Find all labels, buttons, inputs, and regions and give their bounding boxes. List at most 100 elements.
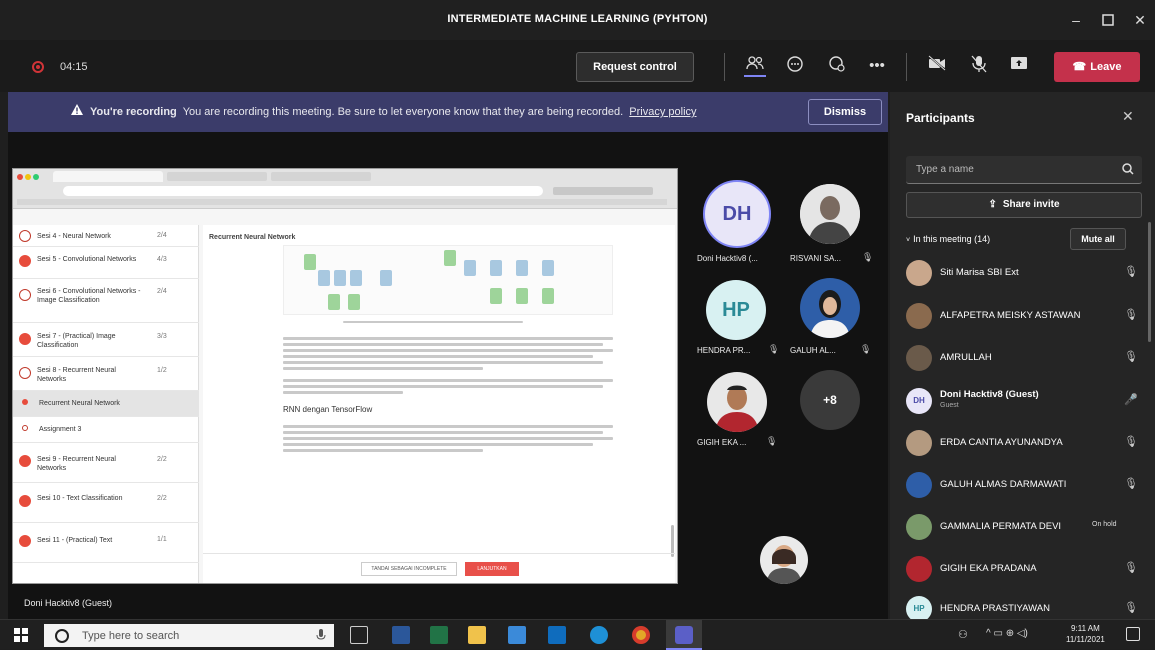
more-participants-button[interactable]: +8 (800, 370, 860, 430)
participant-name: GIGIH EKA PRADANA (940, 563, 1037, 574)
mute-all-button[interactable]: Mute all (1070, 228, 1126, 250)
participant-avatar (906, 430, 932, 456)
taskbar-search-input[interactable]: Type here to search (44, 624, 334, 647)
teams-taskbar-button[interactable] (666, 620, 702, 650)
sidebar-subitem[interactable]: Assignment 3 (13, 417, 199, 443)
participants-panel: Participants ✕ Type a name ⇪ Share invite… (890, 92, 1155, 619)
sidebar-item[interactable]: Sesi 6 - Convolutional Networks - Image … (13, 279, 199, 323)
in-meeting-label: In this meeting (14) (913, 234, 991, 244)
privacy-policy-link[interactable]: Privacy policy (629, 106, 696, 118)
leave-label: Leave (1090, 61, 1122, 73)
close-panel-icon[interactable]: ✕ (1122, 108, 1134, 125)
participant-name: AMRULLAH (940, 352, 992, 363)
excel-icon[interactable] (430, 626, 448, 644)
window-title: INTERMEDIATE MACHINE LEARNING (PYHTON) (447, 13, 708, 25)
participant-avatar: HP (906, 596, 932, 619)
tile-name: HENDRA PR... (697, 346, 751, 355)
notifications-icon[interactable] (1126, 627, 1140, 641)
chevron-down-icon: ˅ (906, 237, 911, 244)
task-view-icon[interactable] (350, 626, 368, 644)
mail-icon[interactable] (548, 626, 566, 644)
avatar-initials: HP (706, 280, 766, 340)
microphone-icon[interactable] (316, 628, 326, 642)
close-window-icon[interactable]: ✕ (1130, 10, 1150, 30)
sidebar-item[interactable]: Sesi 10 - Text Classification 2/2 (13, 483, 199, 523)
participant-search-input[interactable]: Type a name (906, 156, 1142, 184)
windows-start-icon[interactable] (14, 628, 28, 642)
presenter-name-tag: Doni Hacktiv8 (Guest) (24, 598, 113, 608)
recording-icon (32, 61, 44, 73)
dismiss-button[interactable]: Dismiss (808, 99, 882, 125)
sidebar-item[interactable]: Sesi 11 - (Practical) Text 1/1 (13, 523, 199, 563)
sidebar-item[interactable]: Sesi 8 - Recurrent Neural Networks 1/2 (13, 357, 199, 391)
chrome-icon[interactable] (632, 626, 650, 644)
in-meeting-header[interactable]: ˅ In this meeting (14) (906, 234, 990, 244)
maximize-icon[interactable] (1098, 10, 1118, 30)
participant-name: HENDRA PRASTIYAWAN (940, 603, 1050, 614)
camera-off-icon[interactable] (926, 55, 948, 77)
request-control-button[interactable]: Request control (576, 52, 694, 82)
mic-muted-icon: 🎙 (766, 436, 778, 446)
panel-scrollbar[interactable] (1148, 222, 1151, 342)
mic-muted-icon: 🎙 (1124, 309, 1138, 321)
sidebar-item[interactable]: Sesi 9 - Recurrent Neural Networks 2/2 (13, 443, 199, 483)
leave-button[interactable]: ☎ Leave (1054, 52, 1140, 82)
phone-hangup-icon: ☎ (1072, 61, 1087, 73)
system-tray-icons[interactable]: ^ ▭ ⊕ ◁) (986, 628, 1028, 639)
share-screen-icon[interactable] (1008, 55, 1030, 77)
participant-row[interactable]: ERDA CANTIA AYUNANDYA 🎙 (906, 423, 1142, 465)
participant-name: Siti Marisa SBI Ext (940, 267, 1019, 278)
mic-muted-icon: 🎙 (1124, 266, 1138, 278)
divider (724, 53, 725, 81)
avatar-photo (707, 372, 767, 432)
participant-row[interactable]: DH Doni Hacktiv8 (Guest) Guest 🎤 (906, 381, 1142, 423)
more-options-icon[interactable]: ••• (866, 55, 888, 77)
lesson-footer: TANDAI SEBAGAI INCOMPLETE LANJUTKAN (203, 553, 675, 583)
recording-banner: You're recording You are recording this … (8, 92, 888, 132)
sidebar-subitem-active[interactable]: Recurrent Neural Network (13, 391, 199, 417)
store-icon[interactable] (508, 626, 526, 644)
clock-date: 11/11/2021 (1066, 635, 1105, 644)
mic-off-icon[interactable] (968, 55, 990, 77)
participant-row[interactable]: HP HENDRA PRASTIYAWAN 🎙 (906, 589, 1142, 619)
sidebar-item[interactable]: Sesi 7 - (Practical) Image Classificatio… (13, 323, 199, 357)
participant-row[interactable]: ALFAPETRA MEISKY ASTAWAN 🎙 (906, 296, 1142, 338)
search-icon[interactable] (1122, 163, 1134, 175)
avatar-photo (800, 184, 860, 244)
mark-incomplete-button[interactable]: TANDAI SEBAGAI INCOMPLETE (361, 562, 457, 576)
shared-screen: Sesi 4 - Neural Network 2/4 Sesi 5 - Conv… (12, 168, 678, 584)
participant-avatar (906, 556, 932, 582)
sidebar-item[interactable]: Sesi 4 - Neural Network 2/4 (13, 225, 199, 247)
people-icon[interactable]: ⚇ (958, 628, 968, 641)
participant-avatar: DH (906, 388, 932, 414)
word-icon[interactable] (392, 626, 410, 644)
participant-row[interactable]: GAMMALIA PERMATA DEVI On hold (906, 507, 1142, 549)
meeting-control-bar: 04:15 Request control ••• ☎ Leave (0, 40, 1155, 92)
continue-button[interactable]: LANJUTKAN (465, 562, 519, 576)
self-view-avatar (760, 536, 808, 584)
participant-status: Guest (940, 402, 959, 409)
teams-icon (675, 626, 693, 644)
participant-row[interactable]: GALUH ALMAS DARMAWATI 🎙 (906, 465, 1142, 507)
participant-name: ALFAPETRA MEISKY ASTAWAN (940, 310, 1081, 321)
participant-row[interactable]: AMRULLAH 🎙 (906, 338, 1142, 380)
participant-avatar (906, 472, 932, 498)
avatar-initials: DH (703, 180, 771, 248)
sidebar-item[interactable]: Sesi 5 - Convolutional Networks 4/3 (13, 247, 199, 279)
reactions-icon[interactable] (826, 55, 848, 77)
participant-avatar (906, 303, 932, 329)
mic-on-icon: 🎤 (1124, 394, 1138, 406)
window-title-bar: INTERMEDIATE MACHINE LEARNING (PYHTON) –… (0, 0, 1155, 40)
edge-icon[interactable] (590, 626, 608, 644)
share-invite-button[interactable]: ⇪ Share invite (906, 192, 1142, 218)
participants-icon[interactable] (744, 55, 766, 77)
file-explorer-icon[interactable] (468, 626, 486, 644)
taskbar-clock[interactable]: 9:11 AM 11/11/2021 (1066, 623, 1105, 645)
minimize-icon[interactable]: – (1066, 10, 1086, 30)
banner-heading: You're recording (90, 106, 177, 118)
mic-muted-icon: 🎙 (768, 344, 780, 354)
chat-icon[interactable] (784, 55, 806, 77)
clock-time: 9:11 AM (1071, 624, 1100, 633)
participant-row[interactable]: Siti Marisa SBI Ext 🎙 (906, 253, 1142, 295)
participant-row[interactable]: GIGIH EKA PRADANA 🎙 (906, 549, 1142, 591)
